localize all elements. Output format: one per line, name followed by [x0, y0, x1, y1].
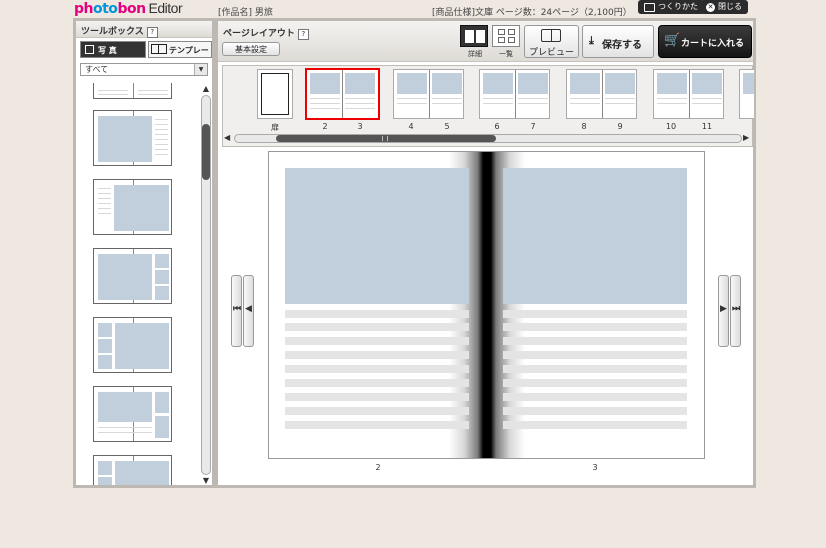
template-item[interactable] — [93, 179, 172, 235]
toolbox-title: ツールボックス? — [81, 24, 158, 38]
thumbnail-label: 8 — [581, 122, 587, 131]
template-item[interactable] — [93, 455, 172, 485]
basic-settings-button[interactable]: 基本設定 — [222, 42, 280, 56]
thumbnail-spread-partial[interactable] — [739, 69, 754, 119]
product-spec: [商品仕様]文庫 ページ数：24ページ（2,100円） — [432, 8, 632, 18]
page-layout-header: ページレイアウト? 基本設定 詳細 一覧 プレビュー ⤓ 保存する 🛒 カートに… — [218, 21, 753, 62]
thumbnail-spread-10-11[interactable] — [653, 69, 724, 119]
template-filter-select[interactable]: すべて ▼ — [80, 63, 208, 76]
thumbnail-label: 6 — [494, 122, 500, 131]
tab-template[interactable]: テンプレート — [148, 41, 212, 72]
help-icon[interactable]: ? — [297, 29, 309, 40]
thumbnail-label: 9 — [617, 122, 623, 131]
thumbnail-scrollbar[interactable] — [234, 134, 742, 143]
cart-icon: 🛒 — [664, 33, 681, 48]
thumbnail-spread-2-3[interactable] — [305, 68, 380, 120]
thumbnail-cover[interactable] — [257, 69, 293, 119]
text-area-left[interactable] — [285, 310, 469, 434]
view-detail-label: 詳細 — [468, 50, 482, 58]
download-icon: ⤓ — [589, 34, 594, 47]
thumbnail-strip: 扉 2 3 4 5 6 7 8 9 10 11 ◀ ▶ — [222, 65, 754, 147]
template-item[interactable] — [93, 317, 172, 373]
book-icon — [151, 44, 167, 54]
thumbnail-spread-6-7[interactable] — [479, 69, 550, 119]
work-name: [作品名] 男旅 — [218, 8, 273, 18]
thumbnail-spread-8-9[interactable] — [566, 69, 637, 119]
scroll-right-icon[interactable]: ▶ — [743, 133, 753, 143]
scrollbar-thumb[interactable] — [276, 135, 496, 142]
scrollbar-thumb[interactable] — [202, 124, 210, 180]
thumbnail-label: 10 — [665, 122, 677, 131]
view-detail-toggle[interactable] — [460, 25, 488, 47]
thumbnail-label: 2 — [322, 122, 328, 131]
photobon-logo: photobon Editor — [74, 0, 183, 17]
toolbox-scrollbar[interactable] — [201, 95, 211, 475]
close-button[interactable]: ✕ 閉じる — [700, 0, 748, 14]
skip-first-icon: ⏮ — [233, 304, 242, 314]
book-preview-icon — [541, 29, 561, 42]
template-item[interactable] — [93, 386, 172, 442]
template-item[interactable] — [93, 83, 172, 99]
thumbnail-label: 7 — [530, 122, 536, 131]
skip-last-icon: ⏭ — [732, 304, 741, 314]
scroll-up-icon[interactable]: ▲ — [201, 84, 211, 94]
last-page-button[interactable]: ⏭ — [730, 275, 741, 347]
preview-button[interactable]: プレビュー — [524, 25, 579, 58]
thumbnail-label: 5 — [444, 122, 450, 131]
prev-page-button[interactable]: ◀ — [243, 275, 254, 347]
chevron-left-icon: ◀ — [245, 304, 252, 314]
template-list — [76, 83, 200, 485]
text-area-right[interactable] — [503, 310, 687, 434]
scroll-left-icon[interactable]: ◀ — [224, 133, 234, 143]
thumbnail-label: 11 — [701, 122, 713, 131]
help-icon[interactable]: ? — [146, 27, 158, 38]
photo-placeholder-left[interactable] — [285, 168, 469, 304]
toolbox-panel: ツールボックス? 写 真 テンプレート すべて ▼ — [73, 18, 215, 488]
close-icon: ✕ — [706, 2, 715, 12]
thumbnail-label: 3 — [357, 122, 363, 131]
thumbnail-spread-4-5[interactable] — [393, 69, 464, 119]
view-list-toggle[interactable] — [492, 25, 520, 47]
first-page-button[interactable]: ⏮ — [231, 275, 242, 347]
photo-placeholder-right[interactable] — [503, 168, 687, 304]
next-page-button[interactable]: ▶ — [718, 275, 729, 347]
view-list-label: 一覧 — [499, 50, 513, 58]
chevron-right-icon: ▶ — [720, 304, 727, 314]
howto-button[interactable]: つくりかた — [638, 0, 704, 14]
page-layout-panel: ページレイアウト? 基本設定 詳細 一覧 プレビュー ⤓ 保存する 🛒 カートに… — [215, 18, 756, 488]
toolbox-header: ツールボックス? — [76, 21, 212, 38]
thumbnail-label: 4 — [408, 122, 414, 131]
monitor-icon — [644, 2, 655, 12]
tab-photo[interactable]: 写 真 — [80, 41, 146, 58]
page-layout-title: ページレイアウト? — [223, 26, 309, 40]
scroll-down-icon[interactable]: ▼ — [201, 476, 211, 486]
template-item[interactable] — [93, 248, 172, 304]
add-to-cart-button[interactable]: 🛒 カートに入れる — [658, 25, 752, 58]
page-number-left: 2 — [375, 463, 381, 472]
photo-icon — [85, 45, 94, 54]
page-spread — [268, 151, 705, 459]
thumbnail-label: 扉 — [271, 123, 279, 132]
chevron-down-icon: ▼ — [194, 64, 207, 75]
page-number-right: 3 — [592, 463, 598, 472]
template-item[interactable] — [93, 110, 172, 166]
save-button[interactable]: ⤓ 保存する — [582, 25, 654, 58]
